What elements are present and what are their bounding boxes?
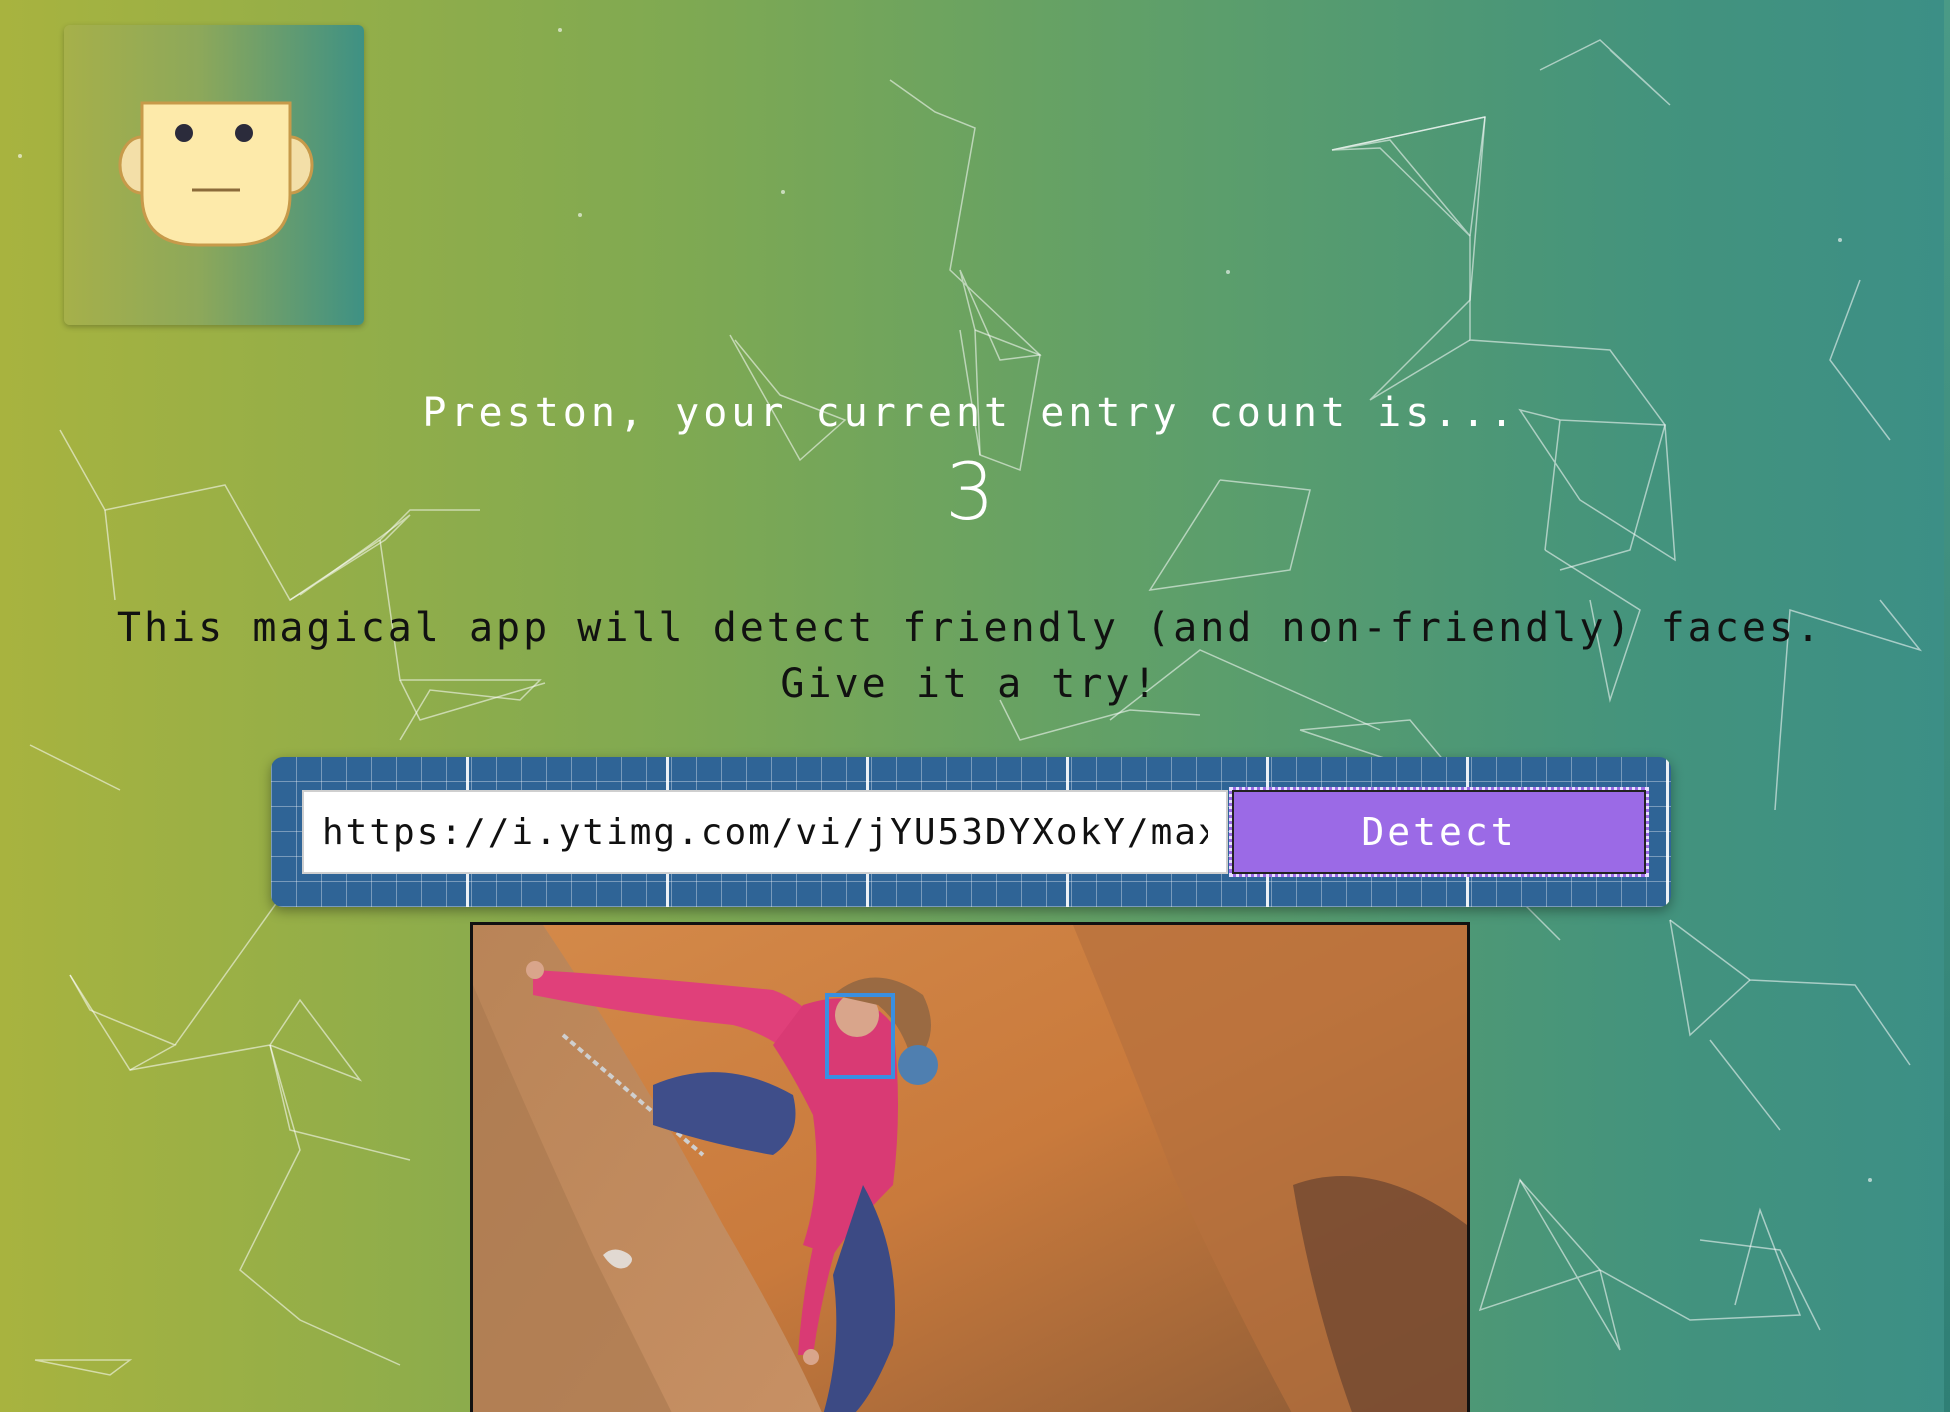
detected-image bbox=[470, 922, 1470, 1412]
description-line-2: Give it a try! bbox=[780, 661, 1160, 707]
scrollbar-edge bbox=[1944, 0, 1950, 1412]
entry-count-greeting: Preston, your current entry count is... bbox=[422, 390, 1518, 436]
image-url-input[interactable] bbox=[302, 790, 1228, 874]
brain-face-icon bbox=[118, 101, 314, 247]
climber-photo bbox=[473, 925, 1467, 1412]
entry-count-value: 3 bbox=[945, 448, 995, 538]
face-bounding-box bbox=[825, 993, 895, 1079]
description-line-1: This magical app will detect friendly (a… bbox=[116, 605, 1824, 651]
logo-card[interactable] bbox=[64, 25, 364, 325]
app-description: This magical app will detect friendly (a… bbox=[0, 600, 1940, 712]
app-background: Preston, your current entry count is... … bbox=[0, 0, 1950, 1412]
image-url-form: Detect bbox=[271, 757, 1671, 907]
detect-button[interactable]: Detect bbox=[1229, 787, 1649, 877]
